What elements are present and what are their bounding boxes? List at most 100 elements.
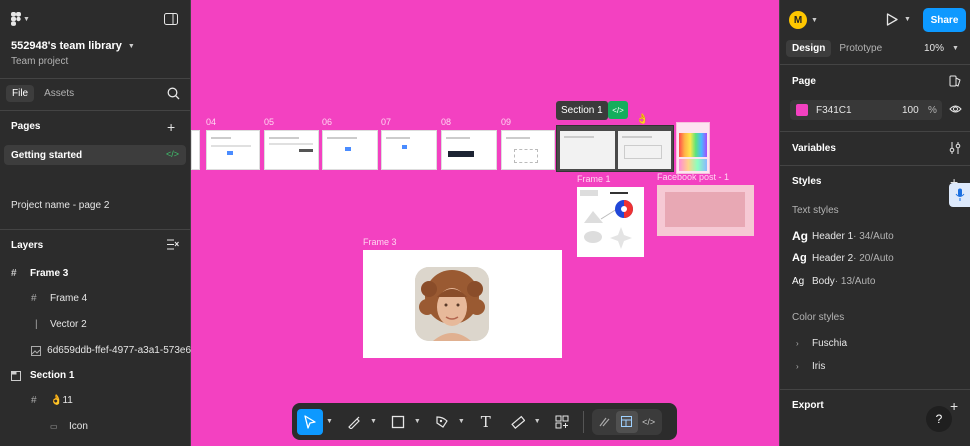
- chevron-down-icon: ▼: [23, 15, 30, 23]
- section-label[interactable]: Section 1: [556, 101, 608, 120]
- rectangle-tool-icon[interactable]: [385, 409, 411, 435]
- draw-mode-icon[interactable]: [594, 411, 616, 433]
- eye-icon[interactable]: [949, 104, 962, 114]
- frame-number-label: 06: [322, 117, 333, 127]
- color-style-iris[interactable]: › Iris: [796, 361, 825, 372]
- layer-label: Frame 4: [50, 293, 88, 304]
- chevron-right-icon: ›: [796, 339, 799, 348]
- frame-thumbnail[interactable]: [322, 130, 378, 170]
- library-icon[interactable]: [949, 75, 961, 87]
- divider: [780, 64, 970, 65]
- layer-row-11[interactable]: # 👌11: [31, 395, 73, 406]
- chevron-down-icon[interactable]: ▼: [370, 418, 377, 425]
- frame-thumbnail[interactable]: [501, 130, 555, 170]
- text-style-body[interactable]: Ag Body · 13/Auto: [792, 276, 875, 287]
- zoom-dropdown[interactable]: 10% ▼: [924, 43, 959, 54]
- frame-thumbnail[interactable]: [264, 130, 319, 170]
- layer-row-frame-4[interactable]: # Frame 4: [31, 293, 87, 304]
- text-style-header-1[interactable]: Ag Header 1 · 34/Auto: [792, 229, 894, 243]
- chevron-down-icon[interactable]: ▼: [326, 418, 333, 425]
- design-mode-icon[interactable]: [615, 410, 638, 433]
- color-style-fuschia[interactable]: › Fuschia: [796, 338, 847, 349]
- frame-1[interactable]: [577, 187, 644, 257]
- layer-row-image[interactable]: 6d659ddb-ffef-4977-a3a1-573e6: [31, 345, 191, 356]
- present-button[interactable]: ▼: [886, 13, 911, 26]
- pages-title: Pages: [11, 121, 41, 132]
- main-menu-button[interactable]: ▼: [11, 12, 30, 26]
- share-button[interactable]: Share: [923, 8, 966, 32]
- text-style-header-2[interactable]: Ag Header 2 · 20/Auto: [792, 252, 894, 264]
- add-export-icon[interactable]: +: [950, 398, 958, 414]
- tab-prototype[interactable]: Prototype: [833, 40, 888, 57]
- figma-logo-icon: [11, 12, 21, 26]
- actions-icon[interactable]: [549, 409, 575, 435]
- page-color-hex[interactable]: F341C1: [816, 105, 852, 116]
- facebook-post-label: Facebook post - 1: [657, 172, 730, 182]
- frame-number-label: 07: [381, 117, 392, 127]
- ruler-tool-icon[interactable]: [505, 409, 531, 435]
- page-item-project-name[interactable]: Project name - page 2: [11, 200, 109, 211]
- layer-label: Icon: [69, 421, 88, 432]
- page-item-getting-started[interactable]: Getting started </>: [4, 145, 186, 165]
- layer-label: Section 1: [30, 370, 75, 381]
- color-swatch[interactable]: [796, 104, 808, 116]
- section-1[interactable]: [556, 125, 674, 172]
- move-tool-icon[interactable]: [297, 408, 323, 435]
- tab-file[interactable]: File: [6, 85, 35, 102]
- layer-label: Vector 2: [50, 319, 87, 330]
- chevron-down-icon: ▼: [127, 42, 135, 50]
- tab-assets[interactable]: Assets: [38, 85, 80, 102]
- opacity-unit: %: [928, 104, 937, 116]
- help-button[interactable]: ?: [926, 406, 952, 432]
- frame-number-label: 05: [264, 117, 275, 127]
- canvas[interactable]: 04 05 06 07 08 09 Section 1 </> 👌 Frame …: [191, 0, 779, 446]
- design-tabs: Design Prototype: [786, 40, 888, 57]
- chevron-down-icon[interactable]: ▼: [414, 418, 421, 425]
- team-name[interactable]: 552948's team library ▼: [11, 40, 135, 52]
- frame-thumbnail[interactable]: [381, 130, 437, 170]
- chevron-down-icon[interactable]: ▼: [534, 418, 541, 425]
- frame-thumbnail[interactable]: [206, 130, 260, 170]
- frame-1-label: Frame 1: [577, 174, 611, 184]
- chevron-down-icon[interactable]: ▼: [458, 418, 465, 425]
- divider: [0, 78, 190, 79]
- search-icon[interactable]: [167, 87, 180, 100]
- variables-title[interactable]: Variables: [792, 143, 836, 154]
- color-style-name: Fuschia: [812, 338, 848, 349]
- layer-row-icon[interactable]: ▭ Icon: [50, 421, 88, 432]
- layer-row-frame-3[interactable]: # Frame 3: [11, 268, 68, 279]
- user-menu[interactable]: M ▼: [789, 11, 818, 29]
- microphone-icon[interactable]: [949, 183, 970, 207]
- text-style-meta: · 34/Auto: [853, 230, 894, 242]
- text-style-glyph: Ag: [792, 229, 808, 243]
- chevron-down-icon: ▼: [811, 16, 818, 24]
- pen-brush-tool-icon[interactable]: [341, 409, 367, 435]
- pen-tool-icon[interactable]: [429, 409, 455, 435]
- facebook-post-1[interactable]: [657, 185, 754, 236]
- page-opacity[interactable]: 100: [902, 105, 919, 116]
- export-title: Export: [792, 400, 824, 411]
- layer-row-section-1[interactable]: Section 1: [11, 370, 74, 381]
- frame-3[interactable]: [363, 250, 562, 358]
- dev-mode-icon[interactable]: </>: [638, 411, 660, 433]
- frame-thumbnail[interactable]: [441, 130, 497, 170]
- text-style-glyph: Ag: [792, 252, 807, 264]
- tab-design[interactable]: Design: [786, 40, 832, 57]
- variables-settings-icon[interactable]: [949, 142, 961, 154]
- layer-row-vector-2[interactable]: | Vector 2: [31, 319, 87, 330]
- collapse-layers-icon[interactable]: [167, 239, 179, 250]
- sidebar-toggle-icon[interactable]: [164, 13, 178, 25]
- add-page-icon[interactable]: +: [167, 119, 175, 135]
- color-palette-frame[interactable]: [676, 122, 710, 174]
- text-style-name: Header 2: [812, 252, 854, 264]
- image-icon: [31, 345, 42, 356]
- chevron-down-icon: ▼: [904, 16, 911, 23]
- emoji-marker: 👌: [636, 114, 649, 125]
- dev-handoff-icon[interactable]: </>: [608, 101, 628, 119]
- team-subtitle: Team project: [11, 56, 69, 67]
- frame-thumbnail[interactable]: [191, 130, 200, 170]
- vector-icon: |: [35, 319, 38, 330]
- page-color-field[interactable]: F341C1 100 %: [790, 100, 942, 120]
- layer-label: 6d659ddb-ffef-4977-a3a1-573e6: [47, 345, 191, 356]
- text-tool-icon[interactable]: T: [473, 409, 499, 435]
